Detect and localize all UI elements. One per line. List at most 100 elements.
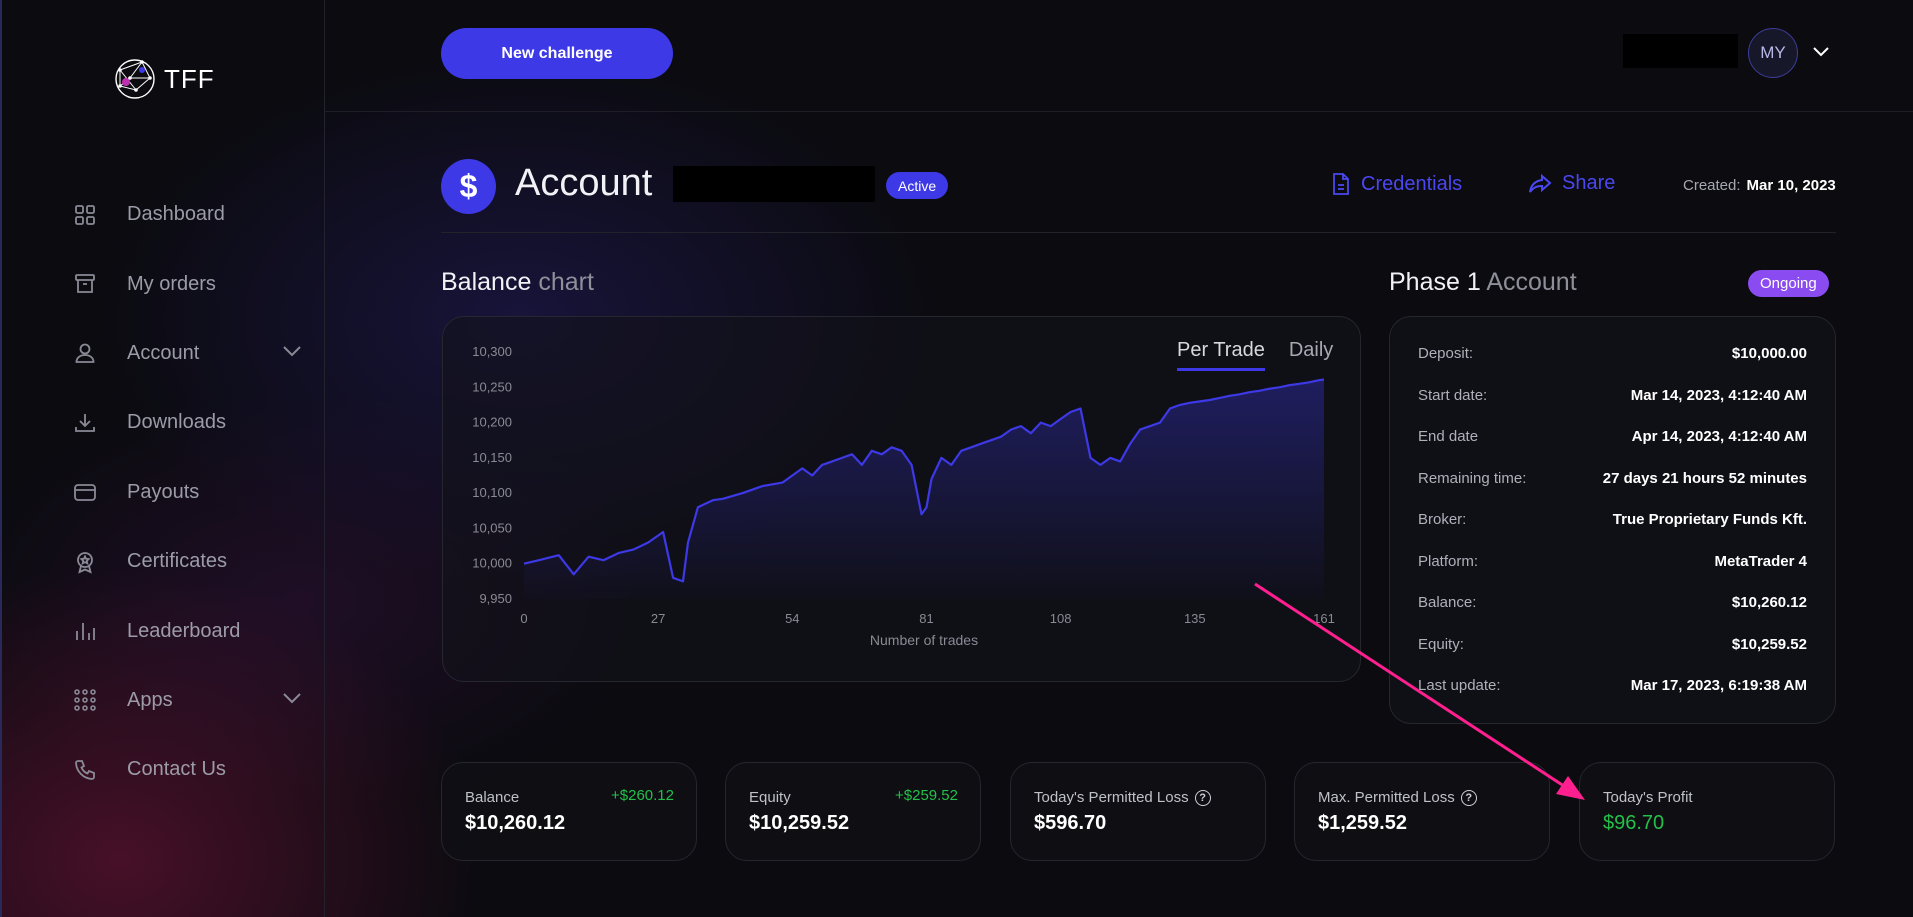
title-main: Balance — [441, 268, 532, 296]
credentials-link[interactable]: Credentials — [1331, 172, 1462, 196]
detail-row-equity: Equity: $10,259.52 — [1418, 636, 1807, 653]
redacted-username — [1623, 34, 1738, 68]
created-value: Mar 10, 2023 — [1746, 177, 1836, 194]
wallet-icon — [72, 479, 98, 505]
detail-row-broker: Broker: True Proprietary Funds Kft. — [1418, 511, 1807, 528]
chevron-down-icon[interactable] — [1812, 44, 1830, 62]
sidebar-item-account[interactable]: Account — [72, 319, 302, 388]
sidebar-item-apps[interactable]: Apps — [72, 666, 302, 735]
sidebar-item-certificates[interactable]: Certificates — [72, 527, 302, 596]
bar-chart-icon — [72, 618, 98, 644]
dollar-icon: $ — [441, 159, 496, 214]
sidebar-item-label: Certificates — [127, 550, 228, 573]
share-link[interactable]: Share — [1528, 172, 1615, 195]
avatar[interactable]: MY — [1748, 28, 1798, 78]
sidebar-item-label: Leaderboard — [127, 619, 241, 642]
stat-label: Max. Permitted Loss ? — [1318, 789, 1477, 806]
grid-icon — [72, 202, 98, 228]
brand-logo[interactable]: TFF — [112, 56, 215, 102]
detail-key: Remaining time: — [1418, 470, 1527, 487]
x-tick-label: 161 — [1313, 611, 1335, 626]
stat-label: Equity — [749, 789, 791, 806]
chart-tabs: Per Trade Daily — [1177, 339, 1333, 371]
x-axis-label: Number of trades — [870, 632, 978, 648]
sidebar-item-dashboard[interactable]: Dashboard — [72, 180, 302, 249]
stat-card-todays-profit: Today's Profit $96.70 — [1579, 762, 1835, 861]
detail-value: Mar 14, 2023, 4:12:40 AM — [1630, 387, 1807, 404]
y-tick-label: 10,100 — [472, 485, 512, 500]
detail-value: $10,000.00 — [1731, 345, 1807, 362]
sidebar-item-label: Contact Us — [127, 758, 226, 781]
detail-value: Apr 14, 2023, 4:12:40 AM — [1631, 428, 1807, 445]
sidebar-item-downloads[interactable]: Downloads — [72, 388, 302, 457]
redacted-account-number — [673, 166, 875, 202]
new-challenge-button[interactable]: New challenge — [441, 28, 673, 79]
detail-value: MetaTrader 4 — [1714, 553, 1807, 570]
help-icon[interactable]: ? — [1460, 789, 1477, 806]
balance-chart: 10,300 10,250 10,200 10,150 10,100 10,050 10,0… — [472, 344, 1335, 648]
detail-key: Equity: — [1418, 636, 1464, 653]
detail-key: Broker: — [1418, 511, 1467, 528]
balance-chart-title: Balance chart — [441, 268, 594, 297]
tab-per-trade[interactable]: Per Trade — [1177, 339, 1265, 371]
chevron-down-icon[interactable] — [282, 691, 302, 709]
stat-value: $596.70 — [1034, 812, 1107, 834]
sidebar-item-my-orders[interactable]: My orders — [72, 249, 302, 318]
user-icon — [72, 340, 98, 366]
title-main: Phase 1 — [1389, 268, 1481, 296]
y-tick-label: 10,250 — [472, 379, 512, 394]
sidebar: TFF Dashboard My orders Account Download… — [0, 0, 325, 917]
stat-value: $10,259.52 — [749, 812, 850, 834]
y-tick-label: 10,150 — [472, 450, 512, 465]
x-tick-label: 27 — [651, 611, 665, 626]
phone-icon — [72, 757, 98, 783]
sidebar-nav: Dashboard My orders Account Downloads Pa… — [72, 180, 302, 805]
help-icon[interactable]: ? — [1194, 789, 1211, 806]
detail-value: $10,259.52 — [1731, 636, 1807, 653]
phase-title: Phase 1 Account — [1389, 268, 1577, 297]
detail-key: Last update: — [1418, 677, 1501, 694]
sidebar-item-label: Downloads — [127, 411, 226, 434]
brand-name: TFF — [164, 63, 215, 94]
stat-card-balance: Balance +$260.12 $10,260.12 — [441, 762, 697, 861]
chevron-down-icon[interactable] — [282, 344, 302, 362]
y-tick-label: 10,200 — [472, 415, 512, 430]
detail-value: True Proprietary Funds Kft. — [1612, 511, 1807, 528]
x-tick-label: 54 — [785, 611, 799, 626]
detail-key: Balance: — [1418, 594, 1477, 611]
sidebar-item-contact-us[interactable]: Contact Us — [72, 735, 302, 804]
y-tick-label: 10,300 — [472, 344, 512, 359]
page-title: Account — [515, 162, 653, 204]
archive-icon — [72, 271, 98, 297]
detail-key: End date — [1418, 428, 1479, 445]
stat-value: $1,259.52 — [1318, 812, 1407, 834]
sidebar-item-payouts[interactable]: Payouts — [72, 458, 302, 527]
detail-row-last-update: Last update: Mar 17, 2023, 6:19:38 AM — [1418, 677, 1807, 694]
tab-daily[interactable]: Daily — [1289, 339, 1333, 371]
x-tick-label: 108 — [1050, 611, 1072, 626]
stat-value: $10,260.12 — [465, 812, 566, 834]
y-tick-label: 10,050 — [472, 520, 512, 535]
x-tick-label: 81 — [919, 611, 933, 626]
stat-card-equity: Equity +$259.52 $10,259.52 — [725, 762, 981, 861]
detail-row-start-date: Start date: Mar 14, 2023, 4:12:40 AM — [1418, 387, 1807, 404]
stat-delta: +$260.12 — [611, 787, 674, 804]
phase-details-card: Deposit: $10,000.00 Start date: Mar 14, 20… — [1389, 316, 1836, 724]
detail-row-remaining-time: Remaining time: 27 days 21 hours 52 minut… — [1418, 470, 1807, 487]
stat-value: $96.70 — [1603, 812, 1665, 834]
stat-card-max-permitted-loss: Max. Permitted Loss ? $1,259.52 — [1294, 762, 1550, 861]
x-tick-label: 135 — [1184, 611, 1206, 626]
series-area — [524, 379, 1324, 599]
sidebar-item-label: Apps — [127, 688, 173, 711]
detail-key: Platform: — [1418, 553, 1479, 570]
detail-value: 27 days 21 hours 52 minutes — [1602, 470, 1807, 487]
stat-label: Balance — [465, 789, 520, 806]
y-tick-label: 9,950 — [479, 591, 512, 606]
detail-key: Deposit: — [1418, 345, 1474, 362]
detail-value: $10,260.12 — [1731, 594, 1807, 611]
stat-label: Today's Permitted Loss ? — [1034, 789, 1211, 806]
sidebar-item-label: Account — [127, 341, 200, 364]
detail-row-deposit: Deposit: $10,000.00 — [1418, 345, 1807, 362]
sidebar-item-leaderboard[interactable]: Leaderboard — [72, 596, 302, 665]
divider — [441, 232, 1836, 233]
